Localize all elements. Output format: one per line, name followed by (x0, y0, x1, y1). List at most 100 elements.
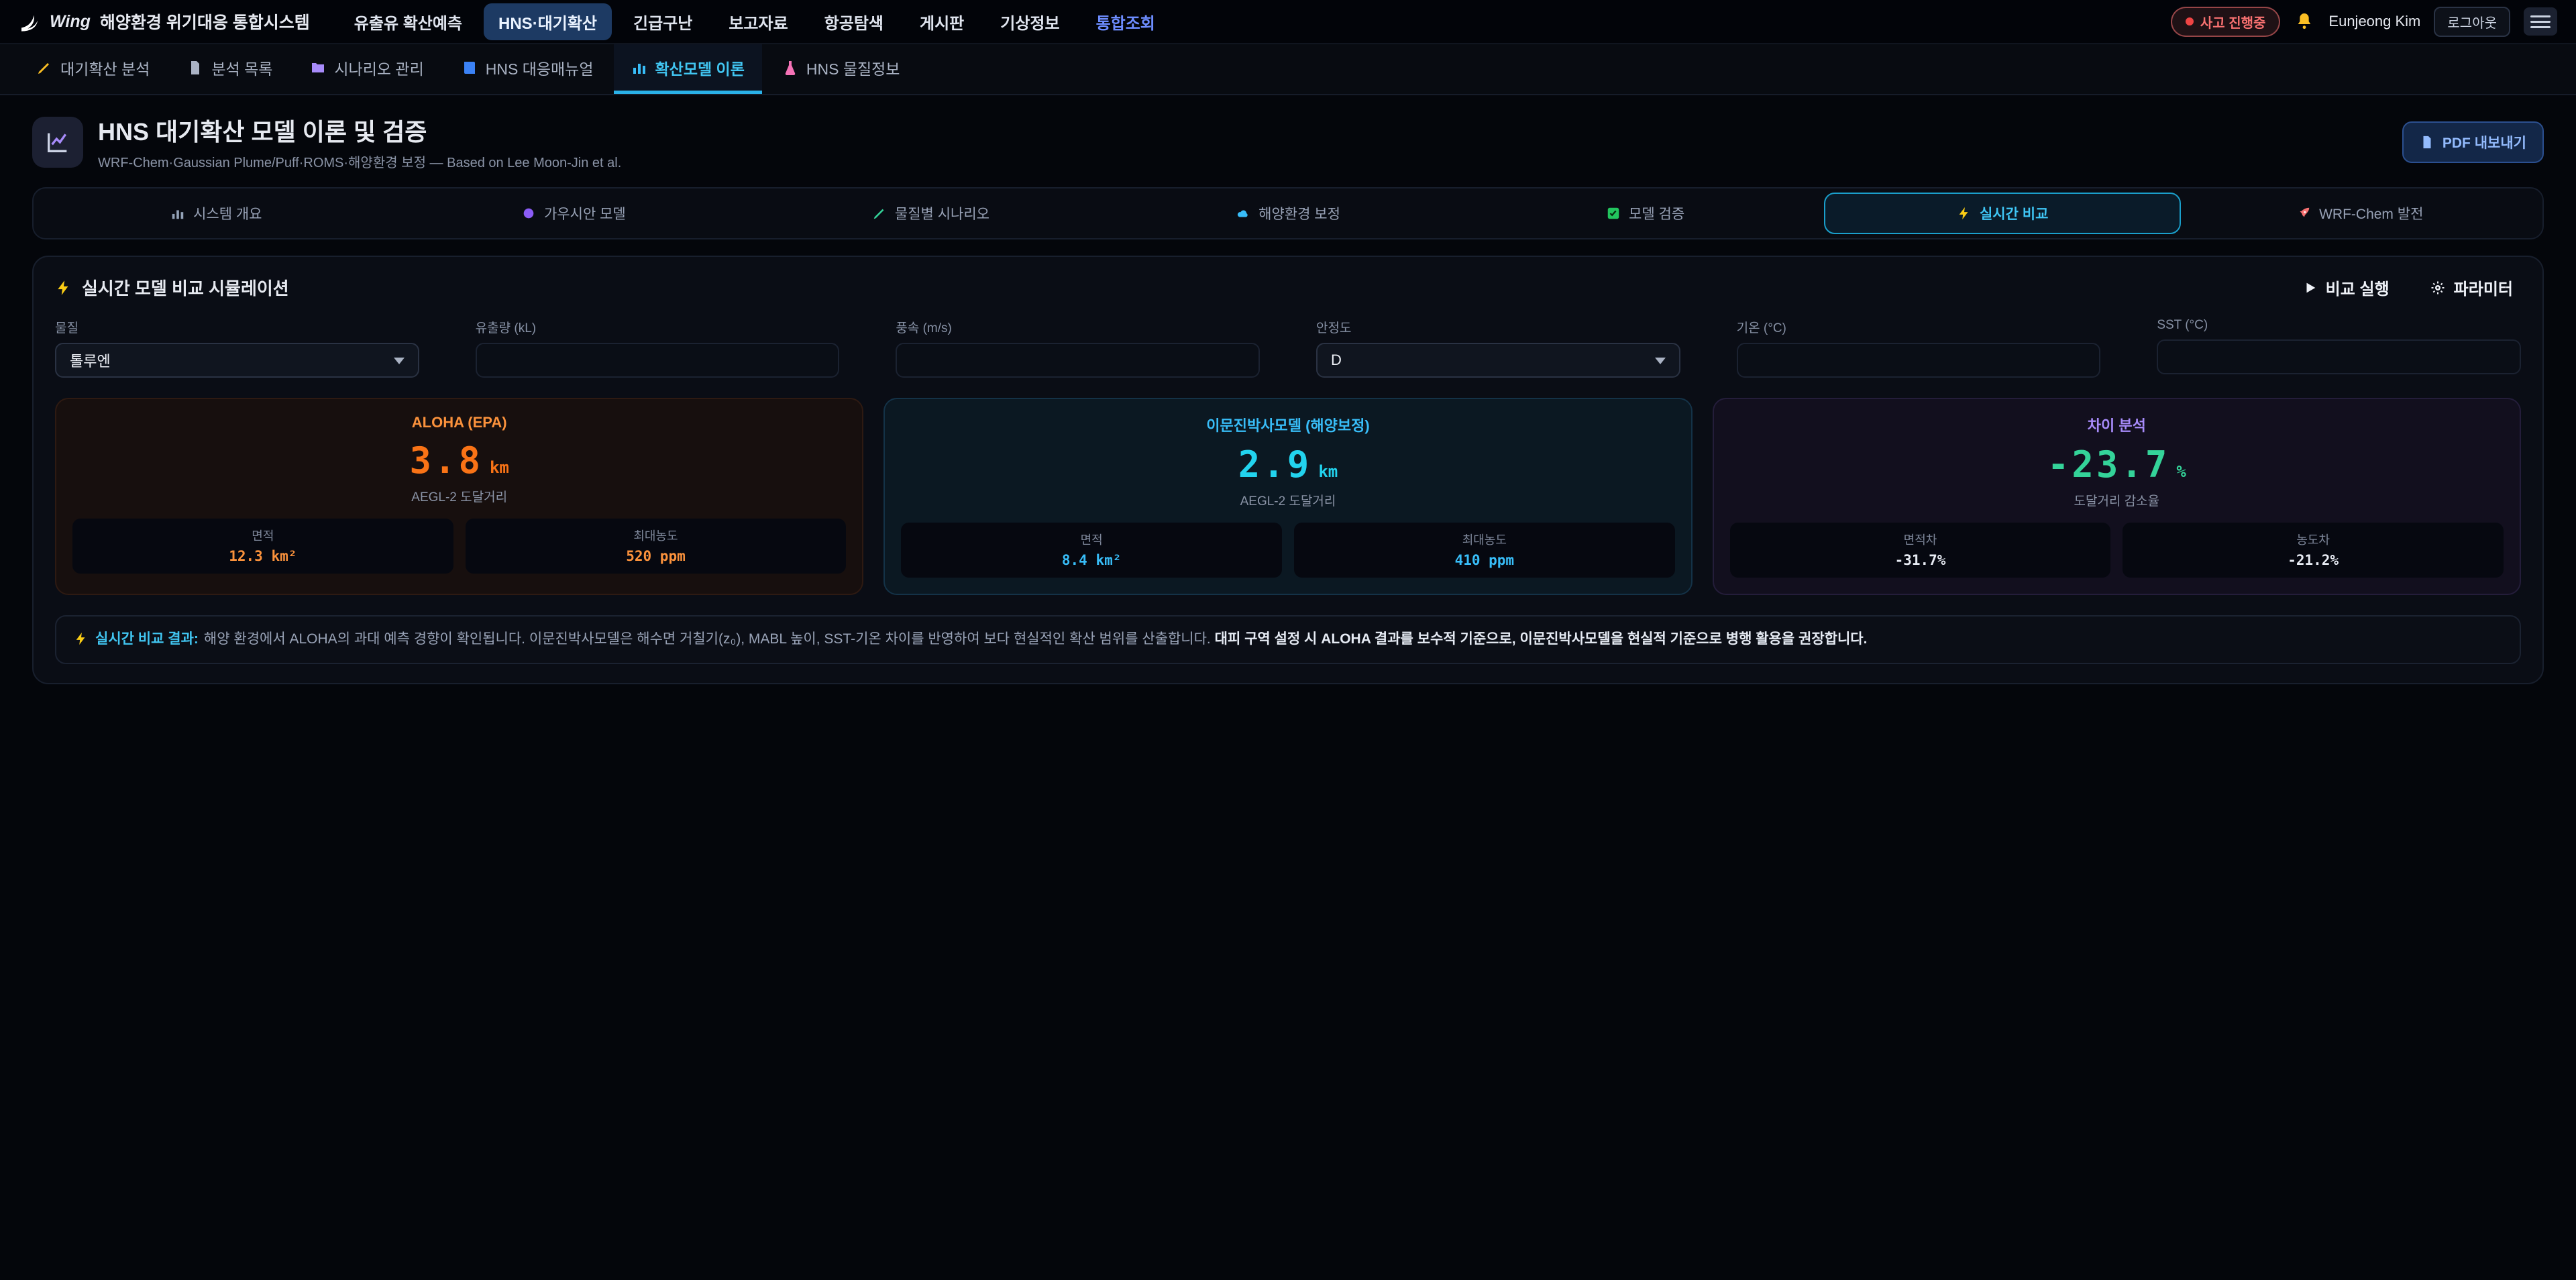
play-icon (2303, 280, 2318, 295)
tab-hns-substance-info[interactable]: HNS 물질정보 (765, 44, 918, 94)
section-tab-label: 해양환경 보정 (1258, 203, 1340, 223)
card-subtitle: AEGL-2 도달거리 (72, 487, 846, 505)
section-tab-gaussian-model[interactable]: 가우시안 모델 (395, 193, 753, 234)
field-label: 안정도 (1316, 318, 1680, 336)
stat-label: 최대농도 (471, 527, 841, 544)
stat-label: 면적 (906, 531, 1277, 548)
section-tab-marine-correction[interactable]: 해양환경 보정 (1110, 193, 1467, 234)
stat-value: -31.7% (1735, 552, 2106, 568)
logout-button[interactable]: 로그아웃 (2434, 7, 2510, 37)
check-square-icon (1606, 206, 1621, 221)
page-header-left: HNS 대기확산 모델 이론 및 검증 WRF-Chem·Gaussian Pl… (32, 113, 621, 171)
field-label: 풍속 (m/s) (896, 318, 1260, 336)
cloud-icon (1236, 206, 1250, 221)
nav-item-integrated-search[interactable]: 통합조회 (1081, 3, 1170, 40)
app-root: Wing 해양환경 위기대응 통합시스템 유출유 확산예측 HNS·대기확산 긴… (0, 0, 2576, 1280)
value-number: 2.9 (1238, 443, 1312, 486)
note-label: 실시간 비교 결과: (95, 631, 199, 647)
wind-speed-input[interactable] (896, 343, 1260, 378)
bell-icon[interactable] (2294, 11, 2315, 32)
nav-item-aerial-search[interactable]: 항공탐색 (810, 3, 898, 40)
nav-item-rescue[interactable]: 긴급구난 (619, 3, 707, 40)
note-text: 해양 환경에서 ALOHA의 과대 예측 경향이 확인됩니다. 이문진박사모델은… (204, 631, 1211, 647)
card-stats: 면적 8.4 km² 최대농도 410 ppm (901, 523, 1674, 578)
lightning-icon (74, 631, 89, 646)
tab-atmos-analysis[interactable]: 대기확산 분석 (19, 44, 167, 94)
section-tab-label: 모델 검증 (1629, 203, 1684, 223)
page-chart-icon (32, 117, 83, 168)
field-label: 기온 (°C) (1737, 318, 2101, 336)
section-tab-model-validation[interactable]: 모델 검증 (1466, 193, 1824, 234)
spill-amount-input[interactable] (476, 343, 840, 378)
panel-actions: 비교 실행 파라미터 (2295, 274, 2521, 301)
field-wind-speed: 풍속 (m/s) (896, 318, 1260, 378)
value-unit: km (490, 458, 509, 477)
pencil-icon (872, 206, 887, 221)
card-value: 3.8km (72, 439, 846, 482)
tab-analysis-list[interactable]: 분석 목록 (170, 44, 290, 94)
panel-header: 실시간 모델 비교 시뮬레이션 비교 실행 파라미터 (55, 274, 2521, 301)
stat-max-concentration: 최대농도 520 ppm (466, 519, 847, 574)
stat-value: 520 ppm (471, 548, 841, 564)
stat-label: 농도차 (2128, 531, 2498, 548)
stat-value: 12.3 km² (78, 548, 448, 564)
nav-item-reports[interactable]: 보고자료 (714, 3, 802, 40)
nav-item-board[interactable]: 게시판 (905, 3, 979, 40)
sst-input[interactable] (2157, 339, 2521, 374)
lightning-icon (1957, 206, 1972, 221)
temperature-input[interactable] (1737, 343, 2101, 378)
wing-logo-icon (19, 11, 40, 32)
page-header: HNS 대기확산 모델 이론 및 검증 WRF-Chem·Gaussian Pl… (0, 95, 2576, 184)
top-navigation-bar: Wing 해양환경 위기대응 통합시스템 유출유 확산예측 HNS·대기확산 긴… (0, 0, 2576, 44)
panel-title: 실시간 모델 비교 시뮬레이션 (55, 275, 289, 300)
app-title: 해양환경 위기대응 통합시스템 (100, 9, 310, 34)
substance-select[interactable]: 톨루엔 (55, 343, 419, 378)
nav-item-weather[interactable]: 기상정보 (985, 3, 1074, 40)
card-stats: 면적차 -31.7% 농도차 -21.2% (1730, 523, 2504, 578)
result-card-lee-model: 이문진박사모델 (해양보정) 2.9km AEGL-2 도달거리 면적 8.4 … (883, 398, 1692, 595)
value-unit: % (2176, 462, 2186, 481)
card-value: -23.7% (1730, 443, 2504, 486)
field-substance: 물질 톨루엔 (55, 318, 419, 378)
stat-area: 면적 12.3 km² (72, 519, 453, 574)
section-tab-substance-scenarios[interactable]: 물질별 시나리오 (752, 193, 1110, 234)
sub-navigation: 대기확산 분석 분석 목록 시나리오 관리 HNS 대응매뉴얼 확산모델 이론 … (0, 44, 2576, 95)
section-tab-label: 가우시안 모델 (544, 203, 626, 223)
card-title: 이문진박사모델 (해양보정) (901, 414, 1674, 435)
card-subtitle: AEGL-2 도달거리 (901, 491, 1674, 509)
tab-diffusion-model-theory[interactable]: 확산모델 이론 (614, 44, 762, 94)
panel-title-label: 실시간 모델 비교 시뮬레이션 (82, 275, 289, 300)
run-comparison-button[interactable]: 비교 실행 (2295, 274, 2398, 301)
page-header-text: HNS 대기확산 모델 이론 및 검증 WRF-Chem·Gaussian Pl… (98, 113, 621, 171)
section-tab-realtime-comparison[interactable]: 실시간 비교 (1824, 193, 2182, 234)
pencil-icon (36, 60, 52, 76)
incident-dot-icon (2186, 17, 2194, 25)
book-icon (462, 60, 478, 76)
page-subtitle: WRF-Chem·Gaussian Plume/Puff·ROMS·해양환경 보… (98, 152, 621, 171)
pdf-export-button[interactable]: PDF 내보내기 (2402, 121, 2544, 163)
comparison-result-note: 실시간 비교 결과: 해양 환경에서 ALOHA의 과대 예측 경향이 확인됩니다… (55, 615, 2521, 664)
section-tab-wrf-chem[interactable]: WRF-Chem 발전 (2181, 193, 2538, 234)
nav-item-oil-spill[interactable]: 유출유 확산예측 (339, 3, 477, 40)
tab-hns-manual[interactable]: HNS 대응매뉴얼 (444, 44, 611, 94)
field-stability: 안정도 D (1316, 318, 1680, 378)
user-name: Eunjeong Kim (2328, 13, 2420, 30)
stability-select[interactable]: D (1316, 343, 1680, 378)
stat-value: 8.4 km² (906, 552, 1277, 568)
card-stats: 면적 12.3 km² 최대농도 520 ppm (72, 519, 846, 574)
field-temperature: 기온 (°C) (1737, 318, 2101, 378)
field-label: 유출량 (kL) (476, 318, 840, 336)
nav-item-hns-atmos[interactable]: HNS·대기확산 (484, 3, 612, 40)
menu-hamburger-icon[interactable] (2524, 7, 2557, 36)
flask-icon (782, 60, 798, 76)
tab-scenario-management[interactable]: 시나리오 관리 (292, 44, 441, 94)
tab-label: 시나리오 관리 (334, 56, 423, 79)
parameters-button-label: 파라미터 (2454, 276, 2513, 299)
field-label: SST (°C) (2157, 318, 2521, 333)
section-tab-label: 시스템 개요 (193, 203, 262, 223)
section-tab-system-overview[interactable]: 시스템 개요 (38, 193, 395, 234)
parameters-button[interactable]: 파라미터 (2422, 274, 2521, 301)
page-title: HNS 대기확산 모델 이론 및 검증 (98, 113, 621, 148)
tab-label: 대기확산 분석 (60, 56, 150, 79)
gear-icon (2430, 280, 2446, 296)
